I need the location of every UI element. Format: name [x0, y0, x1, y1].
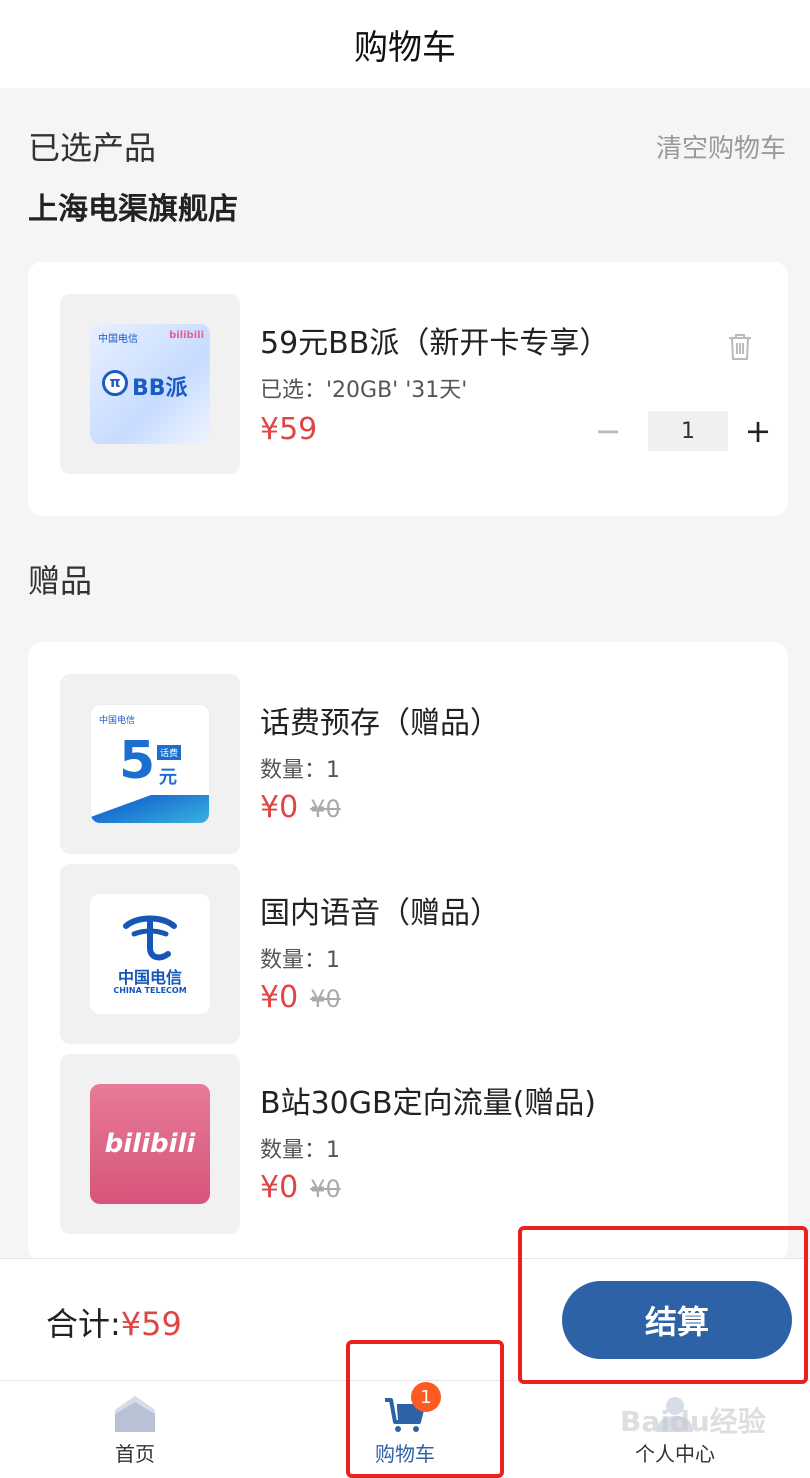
- china-telecom-en-text: CHINA TELECOM: [113, 986, 187, 995]
- gift-price: ¥0: [260, 1170, 299, 1205]
- bb-pai-image: 中国电信 bilibili π BB派: [90, 324, 210, 444]
- page-title: 购物车: [354, 27, 456, 68]
- tab-profile-label: 个人中心: [635, 1442, 715, 1466]
- gift-original-price: ¥0: [310, 795, 341, 823]
- tab-home[interactable]: 首页: [0, 1381, 270, 1478]
- product-selected-options: 已选：'20GB' '31天': [260, 378, 468, 403]
- decrease-quantity-button[interactable]: −: [588, 411, 628, 451]
- selected-products-header: 已选产品 清空购物车: [28, 124, 786, 168]
- gift-original-price: ¥0: [310, 1175, 341, 1203]
- gifts-label: 赠品: [28, 562, 93, 600]
- gift-name: 话费预存（赠品）: [260, 706, 500, 741]
- credit-amount-text: 5: [119, 731, 156, 791]
- cart-icon-wrap: 1: [383, 1382, 441, 1434]
- product-price: ¥59: [260, 412, 318, 447]
- clear-cart-button[interactable]: 清空购物车: [656, 128, 786, 165]
- total-summary: 合计:¥59: [46, 1299, 182, 1345]
- product-thumbnail[interactable]: 中国电信 bilibili π BB派: [60, 294, 240, 474]
- gift-quantity: 数量：1: [260, 948, 340, 973]
- gift-price-row: ¥0 ¥0: [260, 1170, 341, 1205]
- gift-quantity: 数量：1: [260, 1138, 340, 1163]
- gift-name: 国内语音（赠品）: [260, 896, 500, 931]
- selected-products-label: 已选产品: [28, 129, 157, 167]
- checkout-bar: 合计:¥59 结算: [0, 1258, 810, 1380]
- china-telecom-icon: [123, 915, 177, 961]
- phone-credit-image: 中国电信 5 话费 元: [90, 704, 210, 824]
- tab-home-label: 首页: [115, 1442, 155, 1466]
- gift-price-row: ¥0 ¥0: [260, 980, 341, 1015]
- baidu-watermark: Baidu经验: [620, 1405, 766, 1438]
- bilibili-logo-text: bilibili: [104, 1129, 196, 1159]
- total-label: 合计:: [46, 1305, 121, 1343]
- tab-cart[interactable]: 1 购物车: [270, 1381, 540, 1478]
- gift-price: ¥0: [260, 790, 299, 825]
- quantity-stepper: − 1 +: [588, 410, 778, 452]
- tab-cart-label: 购物车: [375, 1442, 435, 1466]
- home-icon: [115, 1396, 155, 1432]
- gift-price-row: ¥0 ¥0: [260, 790, 341, 825]
- store-name: 上海电渠旗舰店: [28, 192, 238, 227]
- china-telecom-logo-image: 中国电信 CHINA TELECOM: [90, 894, 210, 1014]
- gift-quantity: 数量：1: [260, 758, 340, 783]
- china-telecom-cn-text: 中国电信: [117, 968, 182, 987]
- trash-icon[interactable]: [726, 332, 754, 362]
- cart-count-badge: 1: [411, 1382, 441, 1412]
- quantity-field[interactable]: 1: [648, 411, 728, 451]
- top-bar: 购物车: [0, 0, 810, 88]
- telecom-logo-text: 中国电信: [99, 716, 136, 726]
- product-card: 中国电信 bilibili π BB派 59元BB派（新开卡专享） 已选：'20…: [28, 262, 788, 516]
- telecom-logo-text: 中国电信: [98, 334, 138, 345]
- increase-quantity-button[interactable]: +: [738, 411, 778, 451]
- gift-price: ¥0: [260, 980, 299, 1015]
- gift-card: 中国电信 5 话费 元 话费预存（赠品） 数量：1 ¥0 ¥0 中国电信 CHIN…: [28, 642, 788, 1262]
- gift-original-price: ¥0: [310, 985, 341, 1013]
- gift-thumbnail-bilibili: bilibili: [60, 1054, 240, 1234]
- credit-card-stripe: [91, 795, 209, 823]
- bilibili-logo-text: bilibili: [169, 330, 204, 341]
- total-amount: ¥59: [120, 1305, 182, 1343]
- gift-thumbnail-phone-credit: 中国电信 5 话费 元: [60, 674, 240, 854]
- credit-tag-text: 话费: [157, 745, 182, 760]
- pi-icon: π: [102, 370, 128, 396]
- product-name[interactable]: 59元BB派（新开卡专享）: [260, 318, 609, 362]
- gift-name: B站30GB定向流量(赠品): [260, 1086, 596, 1121]
- checkout-button[interactable]: 结算: [562, 1281, 792, 1359]
- bb-pai-text: BB派: [132, 376, 188, 401]
- credit-unit-text: 元: [159, 767, 177, 788]
- bilibili-logo-image: bilibili: [90, 1084, 210, 1204]
- gift-thumbnail-voice: 中国电信 CHINA TELECOM: [60, 864, 240, 1044]
